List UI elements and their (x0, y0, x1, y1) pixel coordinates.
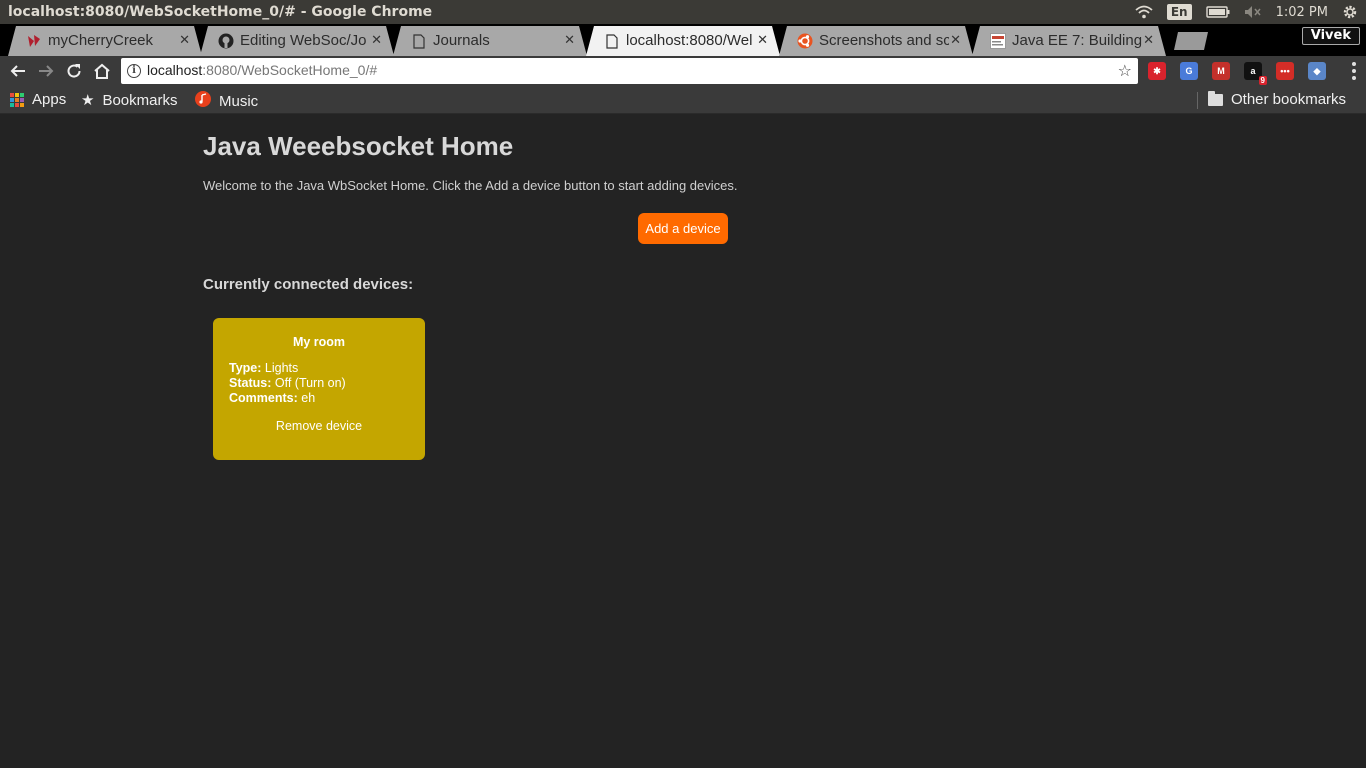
close-icon[interactable]: ✕ (757, 33, 768, 48)
forward-arrow-icon[interactable] (34, 60, 58, 82)
close-icon[interactable]: ✕ (1143, 33, 1154, 48)
welcome-text: Welcome to the Java WbSocket Home. Click… (203, 178, 738, 193)
system-tray: En 1:02 PM (1135, 2, 1358, 22)
back-arrow-icon[interactable] (6, 60, 30, 82)
wifi-icon[interactable] (1135, 5, 1153, 19)
address-url[interactable]: localhost:8080/WebSocketHome_0/# (147, 62, 377, 78)
menu-icon[interactable] (1352, 62, 1356, 80)
page-title: Java Weeebsocket Home (203, 131, 514, 161)
tab-java-ee7[interactable]: Java EE 7: Building ✕ (972, 26, 1166, 56)
window-title: localhost:8080/WebSocketHome_0/# - Googl… (8, 4, 433, 20)
bookmark-bookmarks[interactable]: ★ Bookmarks (81, 91, 177, 110)
star-icon: ★ (81, 92, 95, 109)
keyboard-layout-indicator[interactable]: En (1166, 4, 1192, 20)
device-status: Status: Off (Turn on) (229, 376, 346, 390)
close-icon[interactable]: ✕ (950, 33, 961, 48)
cherrycreek-icon (26, 33, 42, 49)
volume-muted-icon[interactable] (1244, 5, 1262, 19)
profile-button[interactable]: Vivek (1301, 27, 1360, 45)
tab-screenshots[interactable]: Screenshots and sc ✕ (779, 26, 973, 56)
close-icon[interactable]: ✕ (371, 33, 382, 48)
tab-title: myCherryCreek (48, 32, 154, 49)
bookmark-other[interactable]: Other bookmarks (1208, 90, 1346, 108)
gear-icon[interactable] (1342, 4, 1358, 20)
bookmark-star-icon[interactable]: ☆ (1118, 61, 1132, 80)
lastpass-icon[interactable]: ••• (1276, 62, 1294, 80)
music-icon (195, 91, 211, 111)
google-translate-icon[interactable]: G (1180, 62, 1198, 80)
gmail-icon[interactable]: M (1212, 62, 1230, 80)
device-comments: Comments: eh (229, 391, 316, 405)
reload-icon[interactable] (62, 60, 86, 82)
tab-editing-websoc[interactable]: Editing WebSoc/Jo ✕ (200, 26, 394, 56)
page-content: Java Weeebsocket Home Welcome to the Jav… (0, 115, 1366, 768)
tab-title: localhost:8080/Wel (626, 32, 753, 49)
device-type: Type: Lights (229, 361, 299, 375)
address-bar[interactable]: i localhost:8080/WebSocketHome_0/# ☆ (121, 58, 1138, 84)
bookmarks-separator (1197, 92, 1198, 109)
tab-title: Editing WebSoc/Jo (240, 32, 367, 49)
battery-icon[interactable] (1205, 6, 1230, 18)
ubuntu-icon (797, 33, 813, 49)
amazon-icon[interactable]: a9 (1244, 62, 1267, 85)
cube-icon[interactable]: ◆ (1308, 62, 1326, 80)
ext-red-icon[interactable]: ✱ (1148, 62, 1166, 80)
close-icon[interactable]: ✕ (564, 33, 575, 48)
tab-journals[interactable]: Journals ✕ (393, 26, 587, 56)
home-icon[interactable] (90, 60, 114, 82)
tab-localhost-active[interactable]: localhost:8080/Wel ✕ (586, 26, 780, 56)
turn-on-link[interactable]: Off (Turn on) (275, 376, 346, 390)
bookmarks-bar: Apps ★ Bookmarks Music Other bookmarks (0, 87, 1366, 114)
new-tab-button[interactable] (1174, 32, 1208, 50)
tab-title: Java EE 7: Building (1012, 32, 1142, 49)
page-icon (411, 33, 427, 49)
info-icon[interactable]: i (127, 64, 141, 78)
github-icon (218, 33, 234, 49)
tab-title: Screenshots and sc (819, 32, 949, 49)
page-icon (604, 33, 620, 49)
oracle-icon (990, 33, 1006, 49)
apps-grid-icon (10, 92, 24, 107)
bookmark-music[interactable]: Music (195, 91, 258, 111)
device-card: My room Type: Lights Status: Off (Turn o… (213, 318, 425, 460)
bookmark-apps[interactable]: Apps (10, 91, 66, 108)
os-title-bar: localhost:8080/WebSocketHome_0/# - Googl… (0, 0, 1366, 24)
close-icon[interactable]: ✕ (179, 33, 190, 48)
tab-mycherrycreek[interactable]: myCherryCreek ✕ (8, 26, 202, 56)
device-name: My room (292, 335, 346, 349)
tab-title: Journals (433, 32, 490, 49)
browser-toolbar: i localhost:8080/WebSocketHome_0/# ☆ ✱ G… (0, 56, 1366, 87)
folder-icon (1208, 90, 1223, 106)
remove-device-link[interactable]: Remove device (213, 419, 425, 433)
devices-heading: Currently connected devices: (203, 276, 414, 293)
clock[interactable]: 1:02 PM (1276, 5, 1328, 20)
add-device-button[interactable]: Add a device (638, 213, 728, 244)
notification-badge: 9 (1258, 76, 1267, 85)
tab-strip: myCherryCreek ✕ Editing WebSoc/Jo ✕ Jour… (0, 24, 1366, 56)
